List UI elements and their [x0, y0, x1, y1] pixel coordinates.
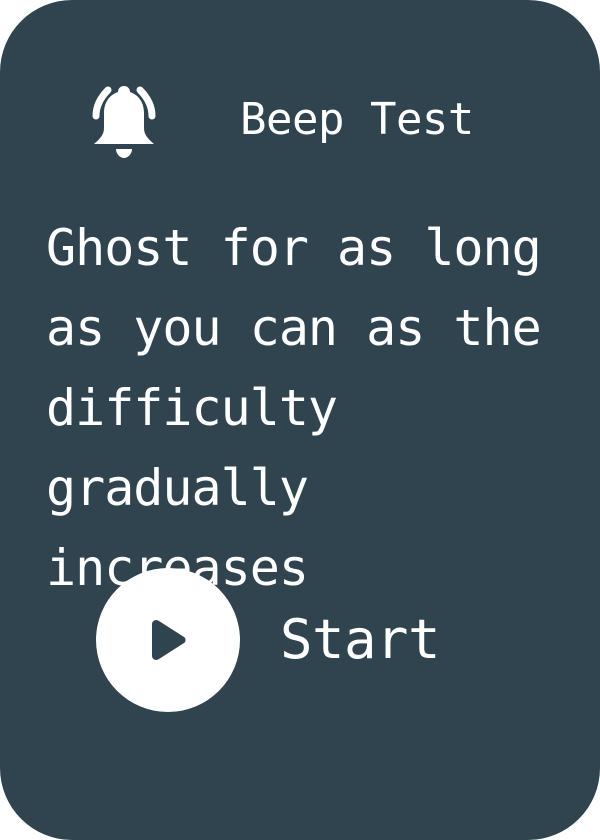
- start-button[interactable]: [96, 568, 240, 712]
- bell-ringing-icon: [92, 86, 156, 158]
- play-icon: [152, 620, 186, 660]
- card-description: Ghost for as long as you can as the diff…: [46, 219, 542, 597]
- start-label[interactable]: Start: [280, 608, 441, 672]
- beep-test-card[interactable]: Beep Test Ghost for as long as you can a…: [0, 0, 600, 840]
- card-title: Beep Test: [240, 94, 474, 145]
